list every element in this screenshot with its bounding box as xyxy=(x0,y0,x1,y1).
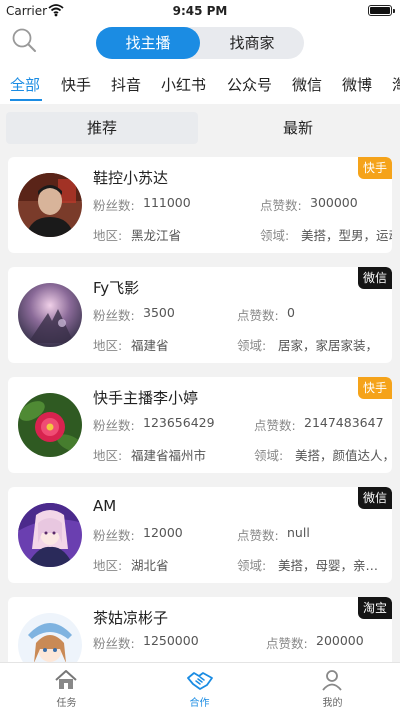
fans-value: 123656429 xyxy=(143,415,215,430)
top-header: 找主播 找商家 xyxy=(0,22,400,64)
platform-badge: 微信 xyxy=(358,267,392,289)
field-label: 领域: xyxy=(237,338,267,353)
tab-douyin[interactable]: 抖音 xyxy=(111,74,141,95)
region-value: 福建省 xyxy=(131,338,169,353)
fans-value: 111000 xyxy=(143,195,191,210)
tab-profile[interactable]: 我的 xyxy=(266,663,399,710)
handshake-icon xyxy=(187,672,213,690)
search-icon xyxy=(12,28,36,52)
platform-tabs: 全部 快手 抖音 小红书 公众号 微信 微博 淘 xyxy=(0,64,400,104)
likes-label: 点赞数: xyxy=(260,198,302,213)
region-value: 湖北省 xyxy=(131,558,169,573)
tab-tasks[interactable]: 任务 xyxy=(0,663,133,710)
influencer-name: 快手主播李小婷 xyxy=(93,389,199,407)
influencer-card[interactable]: Fy飞影 粉丝数: 3500 点赞数: 0 地区: 福建省 领域: 居家，家居家… xyxy=(8,267,392,363)
home-icon xyxy=(55,670,77,689)
field-value: 美搭，颜值达人， xyxy=(295,448,392,463)
likes-label: 点赞数: xyxy=(266,636,308,651)
fans-label: 粉丝数: xyxy=(93,636,135,651)
region-label: 地区: xyxy=(93,558,123,573)
region-value: 黑龙江省 xyxy=(131,228,182,243)
influencer-card[interactable]: 鞋控小苏达 粉丝数: 111000 点赞数: 300000 地区: 黑龙江省 领… xyxy=(8,157,392,253)
region-label: 地区: xyxy=(93,448,123,463)
influencer-name: Fy飞影 xyxy=(93,279,140,297)
influencer-card[interactable]: 快手主播李小婷 粉丝数: 123656429 点赞数: 2147483647 地… xyxy=(8,377,392,473)
likes-value: 2147483647 xyxy=(304,415,384,430)
sort-recommend-button[interactable]: 推荐 xyxy=(6,112,198,144)
clock: 9:45 PM xyxy=(172,4,228,18)
field-value: 美搭，型男，运动 xyxy=(301,228,392,243)
fans-label: 粉丝数: xyxy=(93,198,135,213)
person-icon xyxy=(322,670,342,691)
status-bar: Carrier 9:45 PM xyxy=(0,0,400,22)
role-segment: 找主播 找商家 xyxy=(96,27,304,59)
likes-label: 点赞数: xyxy=(254,418,296,433)
field-value: 美搭，母婴，亲… xyxy=(278,558,379,573)
region-value: 福建省福州市 xyxy=(131,448,207,463)
likes-value: null xyxy=(287,525,310,540)
fans-value: 12000 xyxy=(143,525,183,540)
avatar xyxy=(18,503,82,567)
search-button[interactable] xyxy=(10,26,40,56)
active-tab-indicator xyxy=(10,99,42,101)
field-label: 领域: xyxy=(260,228,290,243)
tab-cooperation-label: 合作 xyxy=(189,698,210,709)
tab-taobao[interactable]: 淘 xyxy=(392,74,400,95)
likes-value: 0 xyxy=(287,305,295,320)
tab-xiaohongshu[interactable]: 小红书 xyxy=(161,74,206,95)
platform-badge: 快手 xyxy=(358,157,392,179)
tab-weibo[interactable]: 微博 xyxy=(342,74,372,95)
field-value: 居家，家居家装， xyxy=(278,338,379,353)
avatar xyxy=(18,393,82,457)
platform-badge: 快手 xyxy=(358,377,392,399)
likes-value: 200000 xyxy=(316,633,364,648)
tab-cooperation[interactable]: 合作 xyxy=(133,663,266,710)
fans-value: 3500 xyxy=(143,305,175,320)
tab-wechat[interactable]: 微信 xyxy=(292,74,322,95)
influencer-name: AM xyxy=(93,497,117,515)
influencer-card[interactable]: AM 粉丝数: 12000 点赞数: null 地区: 湖北省 领域: 美搭，母… xyxy=(8,487,392,583)
avatar xyxy=(18,283,82,347)
avatar xyxy=(18,173,82,237)
tab-profile-label: 我的 xyxy=(322,698,343,709)
platform-badge: 微信 xyxy=(358,487,392,509)
fans-value: 1250000 xyxy=(143,633,199,648)
platform-badge: 淘宝 xyxy=(358,597,392,619)
fans-label: 粉丝数: xyxy=(93,418,135,433)
tab-official-account[interactable]: 公众号 xyxy=(227,74,272,95)
region-label: 地区: xyxy=(93,228,123,243)
find-anchor-tab[interactable]: 找主播 xyxy=(96,27,200,59)
tab-all[interactable]: 全部 xyxy=(10,74,40,95)
field-label: 领域: xyxy=(254,448,284,463)
sort-bar: 推荐 最新 xyxy=(0,104,400,152)
likes-value: 300000 xyxy=(310,195,358,210)
tab-kuaishou[interactable]: 快手 xyxy=(61,74,91,95)
fans-label: 粉丝数: xyxy=(93,528,135,543)
likes-label: 点赞数: xyxy=(237,528,279,543)
region-label: 地区: xyxy=(93,338,123,353)
field-label: 领域: xyxy=(237,558,267,573)
fans-label: 粉丝数: xyxy=(93,308,135,323)
sort-newest-button[interactable]: 最新 xyxy=(202,112,394,144)
influencer-name: 鞋控小苏达 xyxy=(93,169,169,187)
likes-label: 点赞数: xyxy=(237,308,279,323)
find-merchant-tab[interactable]: 找商家 xyxy=(200,27,304,59)
bottom-tab-bar: 任务 合作 我的 xyxy=(0,662,400,710)
battery-icon xyxy=(368,5,395,16)
influencer-name: 茶姑凉彬子 xyxy=(93,609,169,627)
tab-tasks-label: 任务 xyxy=(56,698,77,709)
